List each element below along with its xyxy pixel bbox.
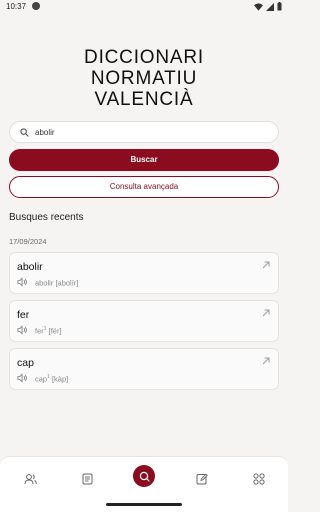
wifi-icon bbox=[254, 2, 263, 11]
arrow-up-right-icon bbox=[262, 261, 270, 269]
speaker-icon[interactable] bbox=[17, 277, 28, 287]
title-line-2: NORMATIU bbox=[90, 68, 198, 89]
recent-searches-heading: Busques recents bbox=[9, 212, 84, 223]
home-indicator[interactable] bbox=[106, 503, 182, 506]
title-line-1: DICCIONARI bbox=[84, 47, 204, 68]
status-icons bbox=[254, 2, 282, 11]
search-button[interactable]: Buscar bbox=[9, 149, 279, 171]
nav-search[interactable] bbox=[133, 465, 155, 487]
search-input[interactable] bbox=[35, 127, 255, 137]
nav-more[interactable] bbox=[249, 469, 269, 489]
recent-item-word: fer bbox=[17, 309, 30, 321]
grid-icon bbox=[253, 473, 265, 485]
status-time: 10:37 bbox=[6, 2, 27, 11]
app-notification-icon bbox=[32, 2, 40, 10]
recent-item-pronunciation: fer1 [fér] bbox=[35, 326, 62, 336]
title-line-3: VALENCIÀ bbox=[94, 89, 194, 110]
recent-date: 17/09/2024 bbox=[9, 237, 47, 246]
search-icon bbox=[139, 471, 150, 482]
search-icon bbox=[20, 127, 29, 137]
recent-item[interactable]: abolir abolir [abolír] bbox=[9, 252, 279, 294]
advanced-search-button[interactable]: Consulta avançada bbox=[9, 176, 279, 198]
battery-icon bbox=[277, 2, 282, 11]
signal-icon bbox=[266, 2, 274, 11]
search-field[interactable] bbox=[9, 121, 279, 143]
speaker-icon[interactable] bbox=[17, 373, 28, 383]
page-title: DICCIONARI NORMATIU VALENCIÀ bbox=[0, 47, 288, 110]
arrow-up-right-icon bbox=[262, 309, 270, 317]
recent-item-pronunciation: abolir [abolír] bbox=[35, 278, 79, 288]
recent-item-word: abolir bbox=[17, 261, 43, 273]
nav-edit[interactable] bbox=[192, 469, 212, 489]
nav-users[interactable] bbox=[20, 469, 40, 489]
recent-item[interactable]: fer fer1 [fér] bbox=[9, 300, 279, 342]
users-icon bbox=[24, 474, 37, 485]
document-icon bbox=[82, 473, 92, 485]
nav-documents[interactable] bbox=[77, 469, 97, 489]
recent-item-pronunciation: cap1 [kàp] bbox=[35, 374, 69, 384]
recent-item[interactable]: cap cap1 [kàp] bbox=[9, 348, 279, 390]
status-bar: 10:37 bbox=[0, 0, 288, 14]
speaker-icon[interactable] bbox=[17, 325, 28, 335]
edit-icon bbox=[196, 473, 208, 485]
arrow-up-right-icon bbox=[262, 357, 270, 365]
recent-item-word: cap bbox=[17, 357, 34, 369]
